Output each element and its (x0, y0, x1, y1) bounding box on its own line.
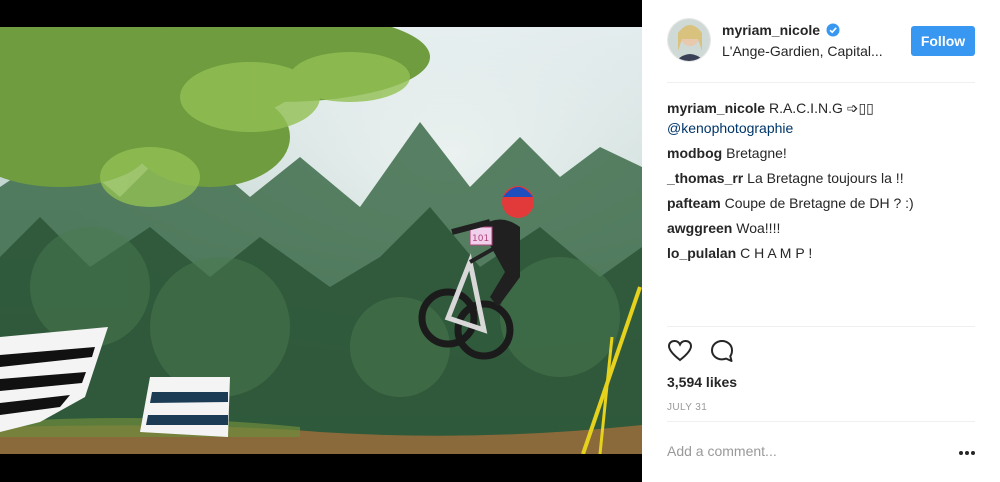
divider (667, 421, 975, 422)
username-link[interactable]: myriam_nicole (722, 22, 820, 38)
comment-username[interactable]: _thomas_rr (667, 170, 743, 186)
comment-item: awggreen Woa!!!! (667, 218, 975, 238)
verified-badge-icon (826, 23, 840, 37)
photo-pane: 101 (0, 0, 642, 482)
comment-username[interactable]: myriam_nicole (667, 100, 765, 116)
comment-item: _thomas_rr La Bretagne toujours la !! (667, 168, 975, 188)
comment-text: Bretagne! (726, 145, 787, 161)
post-header: myriam_nicole L'Ange-Gardien, Capital...… (642, 0, 1000, 82)
comment-item: myriam_nicole R.A.C.I.N.G ➩▯▯ @kenophoto… (667, 98, 975, 138)
instagram-post-modal: 101 myriam_nicole L'Ange-Gardien, Capita… (0, 0, 1000, 482)
post-photo[interactable]: 101 (0, 27, 642, 454)
action-bar (667, 338, 975, 364)
avatar[interactable] (667, 18, 711, 62)
comment-text: C H A M P ! (740, 245, 813, 261)
location-link[interactable]: L'Ange-Gardien, Capital... (722, 43, 883, 59)
likes-count[interactable]: 3,594 likes (667, 374, 737, 390)
comment-bubble-icon[interactable] (709, 338, 735, 364)
follow-button[interactable]: Follow (911, 26, 975, 56)
comment-username[interactable]: awggreen (667, 220, 732, 236)
divider (667, 82, 975, 83)
post-date[interactable]: JULY 31 (667, 402, 707, 413)
comment-text: R.A.C.I.N.G ➩▯▯ (768, 100, 874, 116)
plate-number: 101 (472, 234, 489, 244)
comment-text: La Bretagne toujours la !! (747, 170, 904, 186)
comment-text: Woa!!!! (736, 220, 781, 236)
comment-item: pafteam Coupe de Bretagne de DH ? :) (667, 193, 975, 213)
comment-list: myriam_nicole R.A.C.I.N.G ➩▯▯ @kenophoto… (667, 98, 975, 268)
comment-item: modbog Bretagne! (667, 143, 975, 163)
divider (667, 326, 975, 327)
post-side-panel: myriam_nicole L'Ange-Gardien, Capital...… (642, 0, 1000, 482)
comment-username[interactable]: pafteam (667, 195, 721, 211)
comment-username[interactable]: lo_pulalan (667, 245, 736, 261)
avatar-image (668, 19, 710, 61)
comment-item: lo_pulalan C H A M P ! (667, 243, 975, 263)
heart-icon[interactable] (667, 338, 693, 364)
downhill-rider-photo: 101 (0, 27, 642, 454)
comment-text: Coupe de Bretagne de DH ? :) (724, 195, 914, 211)
mention-link[interactable]: @kenophotographie (667, 120, 793, 136)
add-comment-input[interactable]: Add a comment... (667, 443, 777, 459)
comment-username[interactable]: modbog (667, 145, 722, 161)
more-options-icon[interactable] (957, 446, 977, 460)
